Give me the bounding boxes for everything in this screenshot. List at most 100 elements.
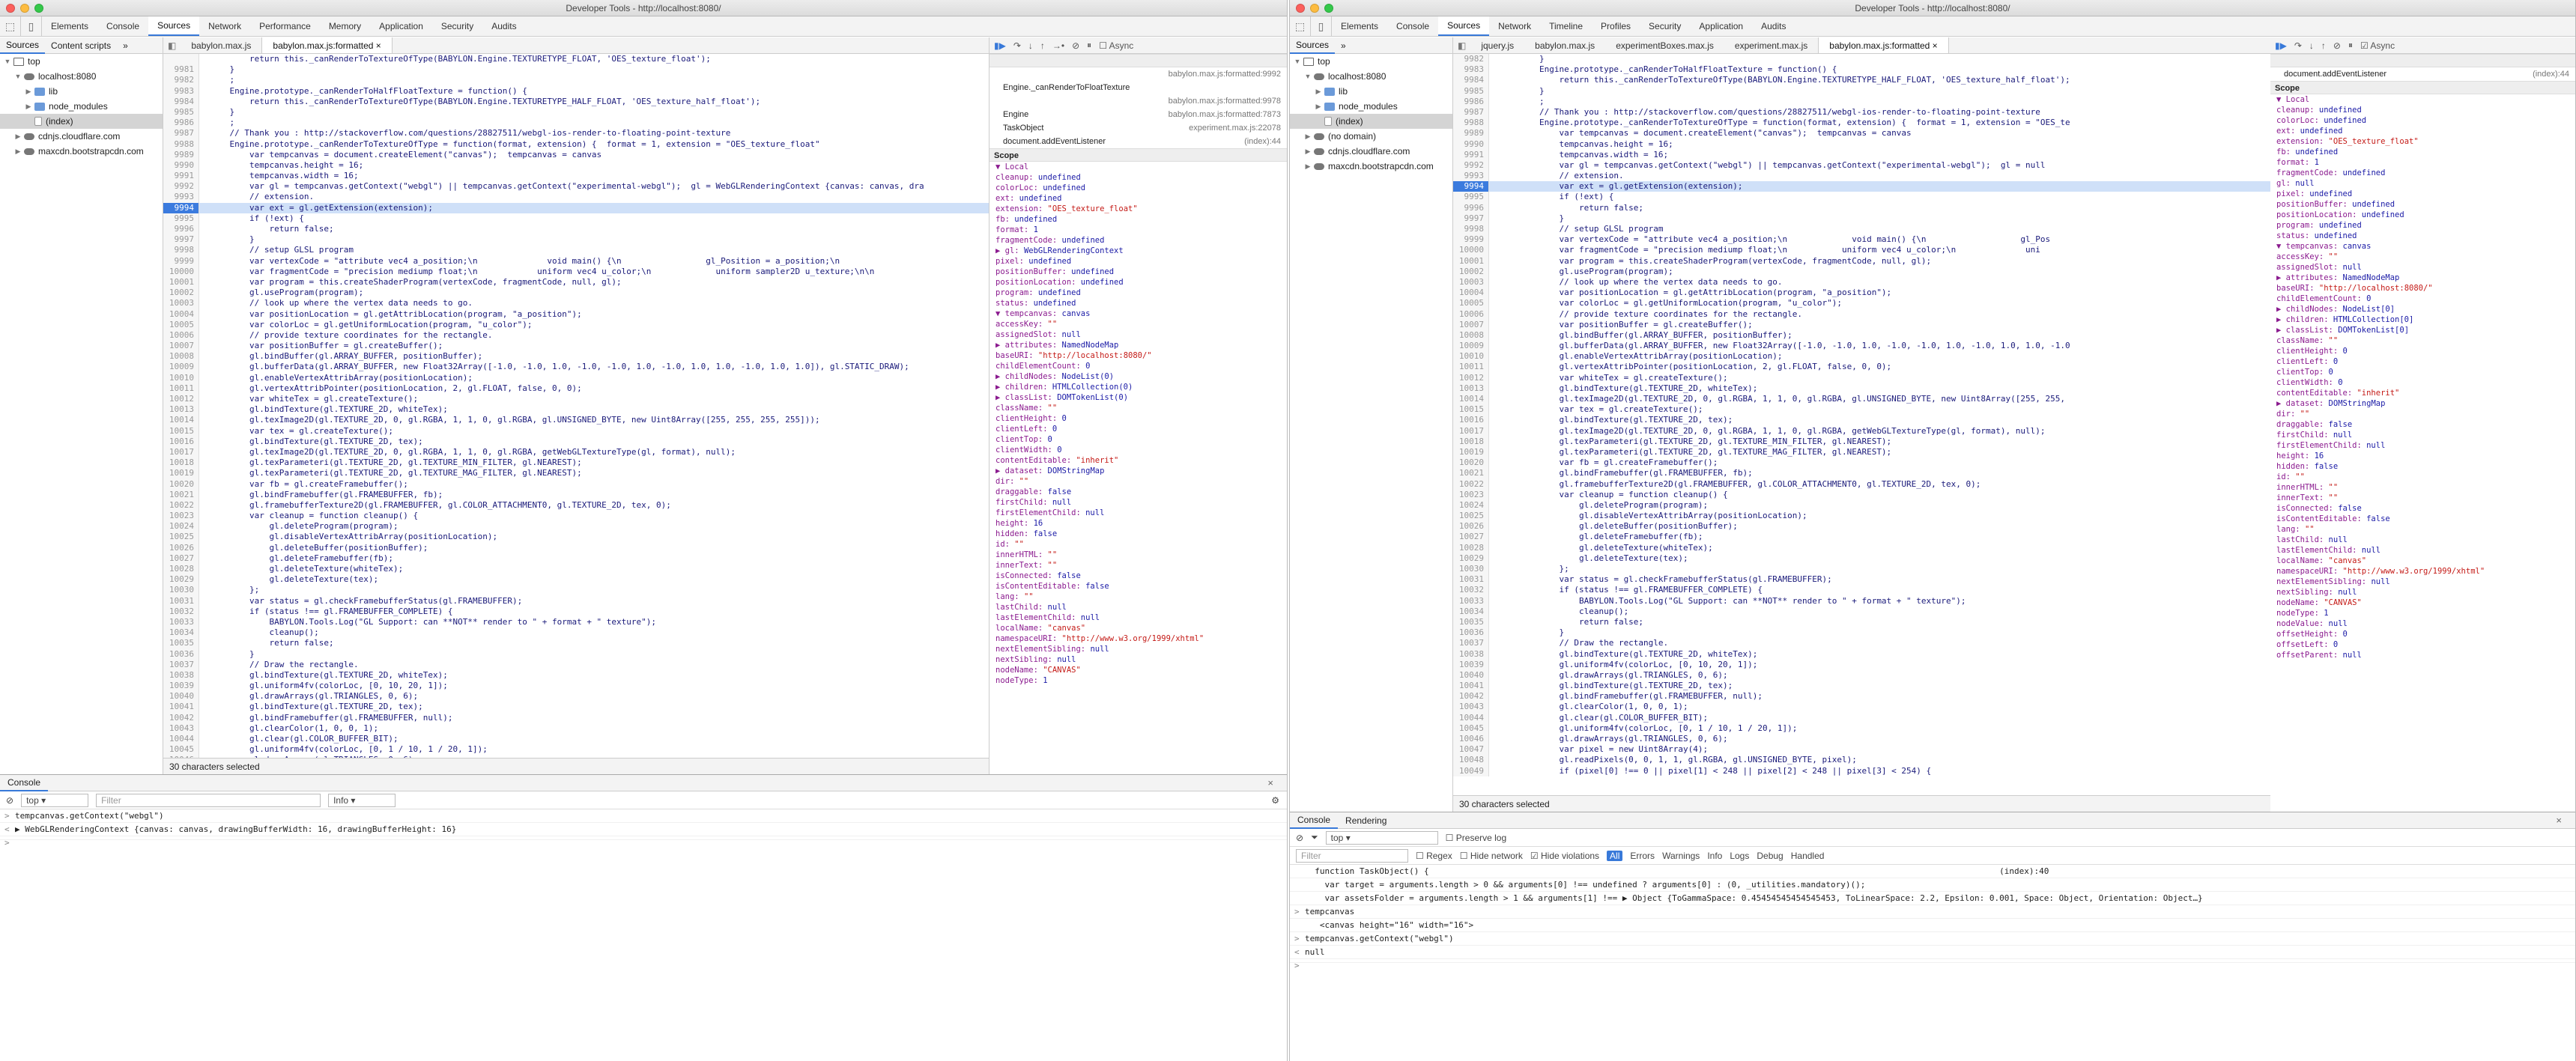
scope-property[interactable]: namespaceURI: "http://www.w3.org/1999/xh… (2270, 566, 2575, 577)
context-select[interactable]: top ▾ (21, 793, 89, 807)
step-out-icon[interactable]: ↑ (2321, 40, 2326, 51)
step-into-icon[interactable]: ↓ (2309, 40, 2314, 51)
scope-property[interactable]: isContentEditable: false (2270, 514, 2575, 524)
navigator-tab-content-scripts[interactable]: Content scripts (45, 40, 117, 51)
line-number[interactable]: 10034 (1453, 606, 1489, 617)
line-number[interactable]: 10049 (1453, 765, 1489, 776)
scope-property[interactable]: cleanup: undefined (990, 172, 1287, 183)
line-number[interactable]: 9984 (1453, 75, 1489, 86)
line-number[interactable]: 9990 (163, 159, 199, 171)
preserve-log-checkbox[interactable]: ☐ Preserve log (1446, 833, 1506, 843)
deactivate-breakpoints-icon[interactable]: ⊘ (1072, 40, 1079, 51)
editor-tab-babylon-max-js-formatted[interactable]: babylon.max.js:formatted × (1818, 37, 1949, 53)
scope-property[interactable]: lastElementChild: null (2270, 545, 2575, 556)
tab-security[interactable]: Security (1640, 16, 1690, 36)
scope-property[interactable]: ▶ classList: DOMTokenList(0) (990, 392, 1287, 403)
line-number[interactable]: 10012 (163, 394, 199, 405)
scope-property[interactable]: ext: undefined (2270, 126, 2575, 136)
line-number[interactable]: 10001 (163, 276, 199, 288)
line-number[interactable]: 10042 (1453, 691, 1489, 702)
tab-elements[interactable]: Elements (42, 16, 97, 36)
scope-property[interactable]: positionBuffer: undefined (2270, 199, 2575, 210)
line-number[interactable]: 9988 (163, 139, 199, 150)
line-number[interactable]: 9993 (1453, 171, 1489, 182)
tree-item-maxcdn-bootstrapcdn-com[interactable]: ▶ maxcdn.bootstrapcdn.com (1290, 159, 1452, 174)
line-number[interactable]: 9991 (163, 171, 199, 182)
scope-property[interactable]: gl: null (2270, 178, 2575, 189)
pause-on-exceptions-icon[interactable]: ⏸ (1087, 40, 1091, 51)
collapsed-arrow-icon[interactable]: ▶ (1303, 144, 1312, 159)
line-number[interactable]: 10023 (163, 511, 199, 522)
zoom-window-button[interactable] (1324, 4, 1333, 13)
log-level-select[interactable]: Info ▾ (328, 793, 396, 807)
tree-item-top[interactable]: ▼ top (1290, 54, 1452, 69)
scope-property[interactable]: offsetParent: null (2270, 650, 2575, 660)
line-number[interactable]: 10015 (163, 425, 199, 437)
line-number[interactable]: 10031 (163, 595, 199, 606)
line-number[interactable] (163, 54, 199, 65)
line-number[interactable]: 9997 (1453, 213, 1489, 224)
level-warnings[interactable]: Warnings (1662, 851, 1700, 861)
level-debug[interactable]: Debug (1757, 851, 1783, 861)
close-window-button[interactable] (6, 4, 15, 13)
tree-item-maxcdn-bootstrapcdn-com[interactable]: ▶ maxcdn.bootstrapcdn.com (0, 144, 163, 159)
level-handled[interactable]: Handled (1791, 851, 1825, 861)
line-number[interactable]: 10032 (163, 606, 199, 617)
line-number[interactable]: 10012 (1453, 372, 1489, 383)
expanded-arrow-icon[interactable]: ▼ (1303, 69, 1312, 84)
device-toolbar-icon[interactable]: ▯ (1311, 16, 1332, 36)
step-over-icon[interactable]: ↷ (2294, 40, 2302, 51)
scope-property[interactable]: ▶ dataset: DOMStringMap (2270, 398, 2575, 409)
tab-console[interactable]: Console (97, 16, 148, 36)
line-number[interactable]: 9986 (163, 118, 199, 129)
line-number[interactable]: 10037 (1453, 638, 1489, 649)
line-number[interactable]: 10043 (163, 723, 199, 734)
scope-property[interactable]: nextElementSibling: null (2270, 577, 2575, 587)
line-number[interactable]: 10003 (1453, 276, 1489, 288)
line-number[interactable]: 10022 (1453, 478, 1489, 490)
tab-network[interactable]: Network (199, 16, 250, 36)
line-number[interactable]: 9998 (1453, 224, 1489, 235)
line-number[interactable]: 10032 (1453, 585, 1489, 596)
scope-property[interactable]: contentEditable: "inherit" (2270, 388, 2575, 398)
scope-property[interactable]: ▼ Local (2270, 94, 2575, 105)
collapsed-arrow-icon[interactable]: ▶ (24, 84, 33, 99)
scope-property[interactable]: namespaceURI: "http://www.w3.org/1999/xh… (990, 633, 1287, 644)
filter-option-hide-violations[interactable]: ☑ Hide violations (1530, 851, 1599, 861)
collapsed-arrow-icon[interactable]: ▶ (1314, 99, 1323, 114)
tab-network[interactable]: Network (1489, 16, 1540, 36)
line-number[interactable]: 10010 (1453, 351, 1489, 362)
line-number[interactable]: 10044 (163, 734, 199, 745)
editor-tab-babylon-max-js[interactable]: babylon.max.js (1524, 37, 1605, 53)
console-messages[interactable]: function TaskObject() { (index):40 var t… (1290, 865, 2575, 970)
deactivate-breakpoints-icon[interactable]: ⊘ (2333, 40, 2341, 51)
scope-property[interactable]: localName: "canvas" (990, 623, 1287, 633)
line-number[interactable]: 10028 (1453, 542, 1489, 553)
close-drawer-icon[interactable]: × (2548, 815, 2569, 826)
line-number[interactable]: 10029 (163, 574, 199, 586)
scope-property[interactable]: status: undefined (2270, 231, 2575, 241)
scope-property[interactable]: fragmentCode: undefined (990, 235, 1287, 246)
scope-property[interactable]: accessKey: "" (990, 319, 1287, 329)
line-number[interactable]: 10004 (1453, 288, 1489, 299)
editor-tab-babylon-max-js[interactable]: babylon.max.js (181, 37, 261, 53)
filter-icon[interactable]: ⏷ (1311, 832, 1318, 843)
scope-property[interactable]: id: "" (2270, 472, 2575, 482)
console-messages[interactable]: > tempcanvas.getContext("webgl") < ▶ WebGLR… (0, 809, 1287, 848)
scope-property[interactable]: ▶ attributes: NamedNodeMap (2270, 273, 2575, 283)
expanded-arrow-icon[interactable]: ▼ (1293, 54, 1302, 69)
scope-property[interactable]: fragmentCode: undefined (2270, 168, 2575, 178)
line-number[interactable]: 9997 (163, 234, 199, 246)
tab-audits[interactable]: Audits (482, 16, 525, 36)
tree-item-node-modules[interactable]: ▶ node_modules (1290, 99, 1452, 114)
line-number[interactable]: 10048 (1453, 755, 1489, 766)
line-number[interactable]: 10021 (163, 489, 199, 500)
tab-sources[interactable]: Sources (1438, 16, 1490, 36)
scope-property[interactable]: ▶ dataset: DOMStringMap (990, 466, 1287, 476)
drawer-tab-console[interactable]: Console (1290, 812, 1339, 829)
navigator-tab-sources[interactable]: Sources (0, 37, 46, 54)
scope-property[interactable]: ▶ gl: WebGLRenderingContext (990, 246, 1287, 256)
scope-property[interactable]: nodeType: 1 (990, 675, 1287, 686)
device-toolbar-icon[interactable]: ▯ (21, 16, 42, 36)
scope-property[interactable]: childElementCount: 0 (990, 361, 1287, 371)
